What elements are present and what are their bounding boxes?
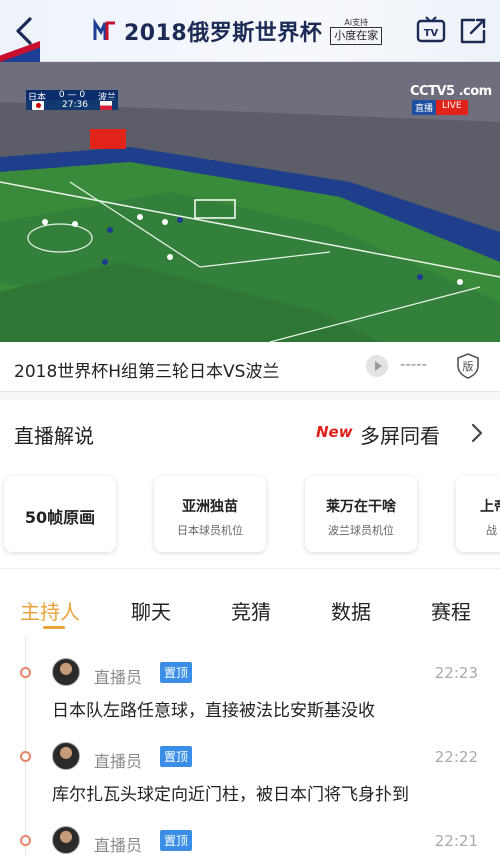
- stream-card-asia[interactable]: 亚洲独苗 日本球员机位: [154, 476, 266, 552]
- feed-item: 直播员 置顶 22:21: [0, 804, 500, 855]
- svg-text:版: 版: [463, 359, 474, 373]
- page-title: 2018俄罗斯世界杯: [124, 21, 323, 46]
- stream-card-subtitle: 战: [486, 524, 497, 537]
- tab-data[interactable]: 数据: [331, 596, 371, 625]
- team1-name: 日本: [28, 93, 47, 103]
- top-bar: 2018俄罗斯世界杯 Ai支持 小度在家 TV: [0, 0, 500, 62]
- stream-card-title: 50帧原画: [24, 508, 96, 527]
- author-name: 直播员: [94, 752, 143, 771]
- author-name: 直播员: [94, 668, 143, 687]
- xiaodu-label: 小度在家: [330, 26, 383, 45]
- avatar[interactable]: [52, 658, 80, 686]
- live-en-label: LIVE: [436, 100, 468, 115]
- stream-card-original[interactable]: 50帧原画: [4, 476, 116, 552]
- message-text: 库尔扎瓦头球定向近门柱，被日本门将飞身扑到: [52, 785, 409, 805]
- author-name: 直播员: [94, 836, 143, 855]
- avatar[interactable]: [52, 742, 80, 770]
- pinned-badge: 置顶: [160, 746, 193, 767]
- header-title-group: 2018俄罗斯世界杯 Ai支持 小度在家: [92, 14, 383, 48]
- tab-schedule[interactable]: 赛程: [431, 596, 471, 625]
- back-arrow-icon[interactable]: [10, 14, 40, 48]
- message-text: 日本队左路任意球，直接被法比安斯基没收: [52, 701, 375, 721]
- tab-bar: 主持人 聊天 竞猜 数据 赛程: [0, 582, 500, 632]
- share-icon[interactable]: [458, 16, 488, 46]
- stream-card-title: 上帝: [480, 499, 500, 515]
- tab-chat[interactable]: 聊天: [131, 596, 171, 625]
- timeline-dot: [20, 751, 31, 762]
- ai-badge: Ai支持 小度在家: [330, 17, 383, 45]
- feed-item: 直播员 置顶 22:23 日本队左路任意球，直接被法比安斯基没收: [0, 636, 500, 722]
- stream-card-lewandowski[interactable]: 莱万在干啥 波兰球员机位: [305, 476, 417, 552]
- stream-card-title: 亚洲独苗: [182, 499, 238, 515]
- section-divider: [0, 568, 500, 580]
- live-badge: 直播 LIVE: [412, 100, 468, 115]
- tv-icon[interactable]: TV: [416, 16, 446, 46]
- pinned-badge: 置顶: [160, 662, 193, 683]
- timestamp: 22:23: [434, 664, 478, 682]
- cctv5-logo: CCTV5 .com: [410, 84, 492, 99]
- copyright-icon[interactable]: 版: [456, 353, 480, 379]
- svg-text:TV: TV: [424, 28, 439, 39]
- stream-card-god[interactable]: 上帝 战: [456, 476, 500, 552]
- tab-host[interactable]: 主持人: [20, 596, 80, 625]
- commentary-feed[interactable]: 直播员 置顶 22:23 日本队左路任意球，直接被法比安斯基没收 直播员 置顶 …: [0, 636, 500, 855]
- match-title: 2018世界杯H组第三轮日本VS波兰: [14, 362, 280, 382]
- new-badge: New: [316, 423, 353, 441]
- poland-flag-icon: [100, 100, 112, 110]
- timeline-dot: [20, 667, 31, 678]
- score: 0 — 0: [58, 90, 86, 100]
- stream-card-subtitle: 日本球员机位: [177, 524, 243, 537]
- stream-card-title: 莱万在干啥: [326, 499, 396, 515]
- chevron-right-icon[interactable]: [470, 422, 484, 444]
- match-clock: 27:36: [62, 100, 88, 110]
- commentary-title: 直播解说: [14, 424, 94, 448]
- stream-cards: 50帧原画 亚洲独苗 日本球员机位 莱万在干啥 波兰球员机位 上帝 战: [0, 470, 500, 560]
- live-cn-label: 直播: [412, 100, 437, 115]
- active-tab-indicator: [43, 626, 65, 629]
- timeline-dot: [20, 835, 31, 846]
- commentary-header: 直播解说 New 多屏同看: [0, 400, 500, 464]
- multi-screen-link[interactable]: 多屏同看: [360, 420, 440, 449]
- timestamp: 22:22: [434, 748, 478, 766]
- section-divider: [0, 392, 500, 400]
- pinned-badge: 置顶: [160, 830, 193, 851]
- ai-support-label: Ai支持: [344, 17, 369, 27]
- status-placeholder: -----: [400, 355, 428, 373]
- timestamp: 22:21: [434, 832, 478, 850]
- scoreboard: 日本 0 — 0 波兰 27:36: [26, 90, 118, 110]
- tab-quiz[interactable]: 竞猜: [231, 596, 271, 625]
- avatar[interactable]: [52, 826, 80, 854]
- video-player[interactable]: 日本 0 — 0 波兰 27:36 CCTV5 .com 直播 LIVE: [0, 62, 500, 342]
- team2-name: 波兰: [97, 93, 116, 103]
- feed-item: 直播员 置顶 22:22 库尔扎瓦头球定向近门柱，被日本门将飞身扑到: [0, 720, 500, 806]
- worldcup-logo-icon: [93, 18, 115, 40]
- japan-flag-icon: [32, 100, 44, 110]
- stream-card-subtitle: 波兰球员机位: [328, 524, 394, 537]
- play-icon[interactable]: [366, 355, 388, 377]
